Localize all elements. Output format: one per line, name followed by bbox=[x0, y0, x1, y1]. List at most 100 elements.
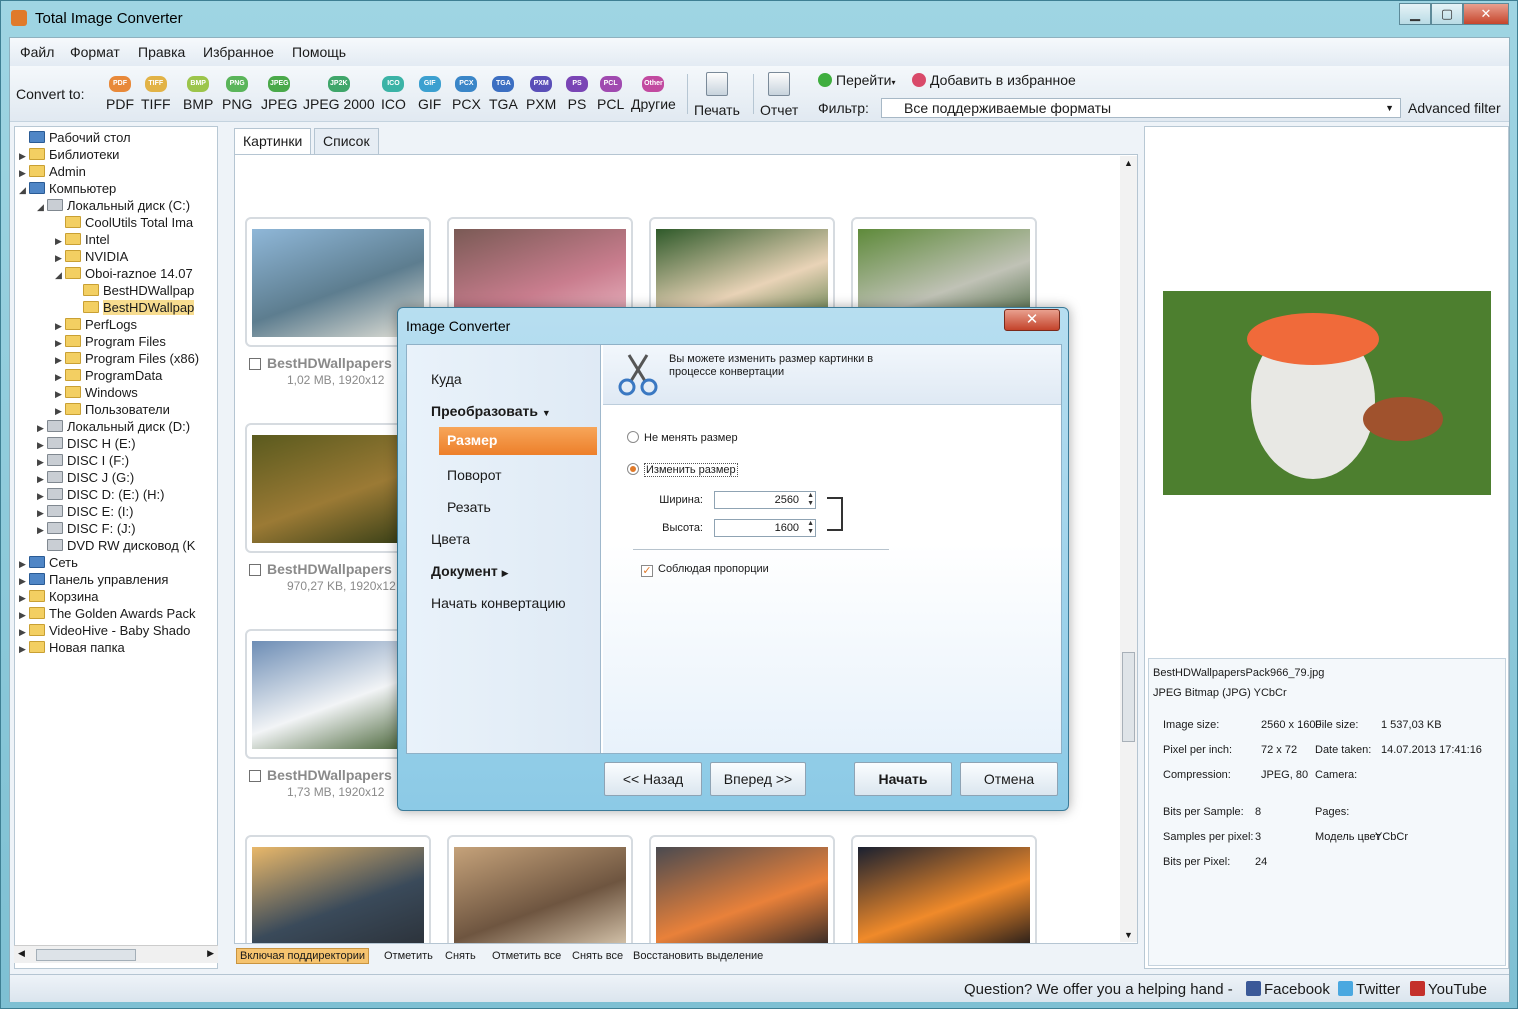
nav-transform[interactable]: Преобразовать ▼ bbox=[431, 403, 551, 419]
back-button[interactable]: << Назад bbox=[604, 762, 702, 796]
format-pxm-button[interactable]: PXM PXM bbox=[526, 76, 556, 112]
tab-pictures[interactable]: Картинки bbox=[234, 128, 312, 154]
thumbnail-checkbox[interactable] bbox=[249, 770, 261, 782]
resize-radio[interactable]: Изменить размер bbox=[627, 463, 738, 477]
youtube-link[interactable]: YouTube bbox=[1410, 981, 1487, 998]
unmark-all-link[interactable]: Снять все bbox=[572, 950, 623, 962]
format-png-button[interactable]: PNG PNG bbox=[222, 76, 252, 112]
menu-format[interactable]: Формат bbox=[70, 44, 120, 60]
nav-size[interactable]: Размер bbox=[439, 427, 597, 455]
expand-arrow-icon[interactable]: ◢ bbox=[19, 182, 29, 199]
format-bmp-button[interactable]: BMP BMP bbox=[183, 76, 213, 112]
start-button[interactable]: Начать bbox=[854, 762, 952, 796]
tree-node[interactable]: CoolUtils Total Ima bbox=[55, 214, 193, 231]
next-button[interactable]: Вперед >> bbox=[710, 762, 806, 796]
minimize-button[interactable]: ▁ bbox=[1399, 3, 1431, 25]
format-pdf-button[interactable]: PDF PDF bbox=[106, 76, 134, 112]
tree-node[interactable]: ▶ Program Files bbox=[55, 333, 166, 350]
format-jp2k-button[interactable]: JP2K JPEG 2000 bbox=[303, 76, 375, 112]
mark-link[interactable]: Отметить bbox=[384, 950, 433, 962]
width-input[interactable]: 2560 ▲ ▼ bbox=[714, 491, 817, 509]
menu-edit[interactable]: Правка bbox=[138, 44, 185, 60]
tree-node[interactable]: ◢ Oboi-raznoe 14.07 bbox=[55, 265, 193, 282]
thumbnail-checkbox[interactable] bbox=[249, 358, 261, 370]
menu-favorites[interactable]: Избранное bbox=[203, 44, 274, 60]
scrollbar-thumb[interactable] bbox=[36, 949, 136, 961]
nav-where[interactable]: Куда bbox=[431, 371, 462, 387]
thumbnail-checkbox[interactable] bbox=[249, 564, 261, 576]
keep-proportions-checkbox[interactable]: ✓ Соблюдая пропорции bbox=[641, 563, 769, 577]
no-resize-radio[interactable]: Не менять размер bbox=[627, 431, 738, 444]
tree-node[interactable]: ▶ NVIDIA bbox=[55, 248, 128, 265]
tab-list[interactable]: Список bbox=[314, 128, 379, 154]
tree-node[interactable]: ▶ Admin bbox=[19, 163, 86, 180]
mark-all-link[interactable]: Отметить все bbox=[492, 950, 561, 962]
print-button[interactable]: Печать bbox=[694, 72, 740, 118]
tree-node[interactable]: BestHDWallpap bbox=[73, 299, 195, 316]
tree-node[interactable]: ◢ Локальный диск (C:) bbox=[37, 197, 190, 214]
scroll-left-icon[interactable]: ◀ bbox=[18, 948, 25, 959]
tree-node[interactable]: ▶ Корзина bbox=[19, 588, 99, 605]
format-pcl-button[interactable]: PCL PCL bbox=[597, 76, 624, 112]
tree-node[interactable]: ▶ Локальный диск (D:) bbox=[37, 418, 190, 435]
twitter-link[interactable]: Twitter bbox=[1338, 981, 1400, 998]
tree-node[interactable]: ▶ VideoHive - Baby Shado bbox=[19, 622, 190, 639]
dialog-close-button[interactable]: ✕ bbox=[1004, 309, 1060, 331]
thumbnail-card[interactable] bbox=[649, 835, 835, 943]
maximize-button[interactable]: ▢ bbox=[1431, 3, 1463, 25]
format-other-button[interactable]: Other Другие bbox=[631, 76, 676, 112]
menu-help[interactable]: Помощь bbox=[292, 44, 346, 60]
tree-node[interactable]: DVD RW дисковод (K bbox=[37, 537, 195, 554]
tree-node[interactable]: ▶ Библиотеки bbox=[19, 146, 119, 163]
cancel-button[interactable]: Отмена bbox=[960, 762, 1058, 796]
expand-arrow-icon[interactable]: ▶ bbox=[19, 641, 29, 658]
tree-node[interactable]: ▶ DISC E: (I:) bbox=[37, 503, 133, 520]
tree-node[interactable]: Рабочий стол bbox=[19, 129, 131, 146]
unmark-link[interactable]: Снять bbox=[445, 950, 476, 962]
menu-file[interactable]: Файл bbox=[20, 44, 54, 60]
format-ico-button[interactable]: ICO ICO bbox=[381, 76, 406, 112]
tree-node[interactable]: ▶ Пользователи bbox=[55, 401, 170, 418]
scroll-right-icon[interactable]: ▶ bbox=[207, 948, 214, 959]
tree-node[interactable]: ▶ ProgramData bbox=[55, 367, 162, 384]
include-subdirs-toggle[interactable]: Включая поддиректории bbox=[236, 948, 369, 964]
link-chain-icon[interactable] bbox=[827, 497, 843, 531]
add-favorite-button[interactable]: Добавить в избранное bbox=[912, 72, 1076, 88]
format-pcx-button[interactable]: PCX PCX bbox=[452, 76, 481, 112]
nav-crop[interactable]: Резать bbox=[447, 499, 491, 515]
scrollbar-thumb[interactable] bbox=[1122, 652, 1135, 742]
tree-node[interactable]: ▶ DISC I (F:) bbox=[37, 452, 129, 469]
tree-node[interactable]: ▶ Новая папка bbox=[19, 639, 125, 656]
format-tiff-button[interactable]: TIFF TIFF bbox=[141, 76, 171, 112]
format-ps-button[interactable]: PS PS bbox=[566, 76, 588, 112]
facebook-link[interactable]: Facebook bbox=[1246, 981, 1330, 998]
filter-select[interactable]: Все поддерживаемые форматы ▼ bbox=[881, 98, 1401, 118]
tree-node[interactable]: ▶ Windows bbox=[55, 384, 138, 401]
gallery-vertical-scrollbar[interactable]: ▲ ▼ bbox=[1120, 156, 1137, 942]
nav-colors[interactable]: Цвета bbox=[431, 531, 470, 547]
advanced-filter-link[interactable]: Advanced filter bbox=[1408, 100, 1501, 116]
thumbnail-card[interactable] bbox=[245, 835, 431, 943]
tree-node[interactable]: ▶ The Golden Awards Pack bbox=[19, 605, 195, 622]
height-input[interactable]: 1600 ▲ ▼ bbox=[714, 519, 817, 537]
format-tga-button[interactable]: TGA TGA bbox=[489, 76, 518, 112]
nav-document[interactable]: Документ ▶ bbox=[431, 563, 509, 579]
tree-node[interactable]: ◢ Компьютер bbox=[19, 180, 116, 197]
close-button[interactable]: ✕ bbox=[1463, 3, 1509, 25]
tree-node[interactable]: ▶ DISC J (G:) bbox=[37, 469, 134, 486]
nav-start-conversion[interactable]: Начать конвертацию bbox=[431, 595, 566, 611]
tree-node[interactable]: ▶ Панель управления bbox=[19, 571, 168, 588]
tree-horizontal-scrollbar[interactable]: ◀ ▶ bbox=[14, 945, 218, 963]
goto-button[interactable]: Перейти▾ bbox=[818, 72, 896, 88]
tree-node[interactable]: ▶ DISC D: (E:) (H:) bbox=[37, 486, 165, 503]
restore-selection-link[interactable]: Восстановить выделение bbox=[633, 950, 763, 962]
scroll-down-icon[interactable]: ▼ bbox=[1124, 930, 1133, 940]
thumbnail-card[interactable] bbox=[851, 835, 1037, 943]
format-gif-button[interactable]: GIF GIF bbox=[418, 76, 441, 112]
spinner-icon[interactable]: ▲ ▼ bbox=[807, 492, 814, 508]
nav-rotate[interactable]: Поворот bbox=[447, 467, 502, 483]
tree-node[interactable]: ▶ Intel bbox=[55, 231, 110, 248]
tree-node[interactable]: ▶ DISC F: (J:) bbox=[37, 520, 136, 537]
scroll-up-icon[interactable]: ▲ bbox=[1124, 158, 1133, 168]
expand-arrow-icon[interactable]: ◢ bbox=[37, 199, 47, 216]
